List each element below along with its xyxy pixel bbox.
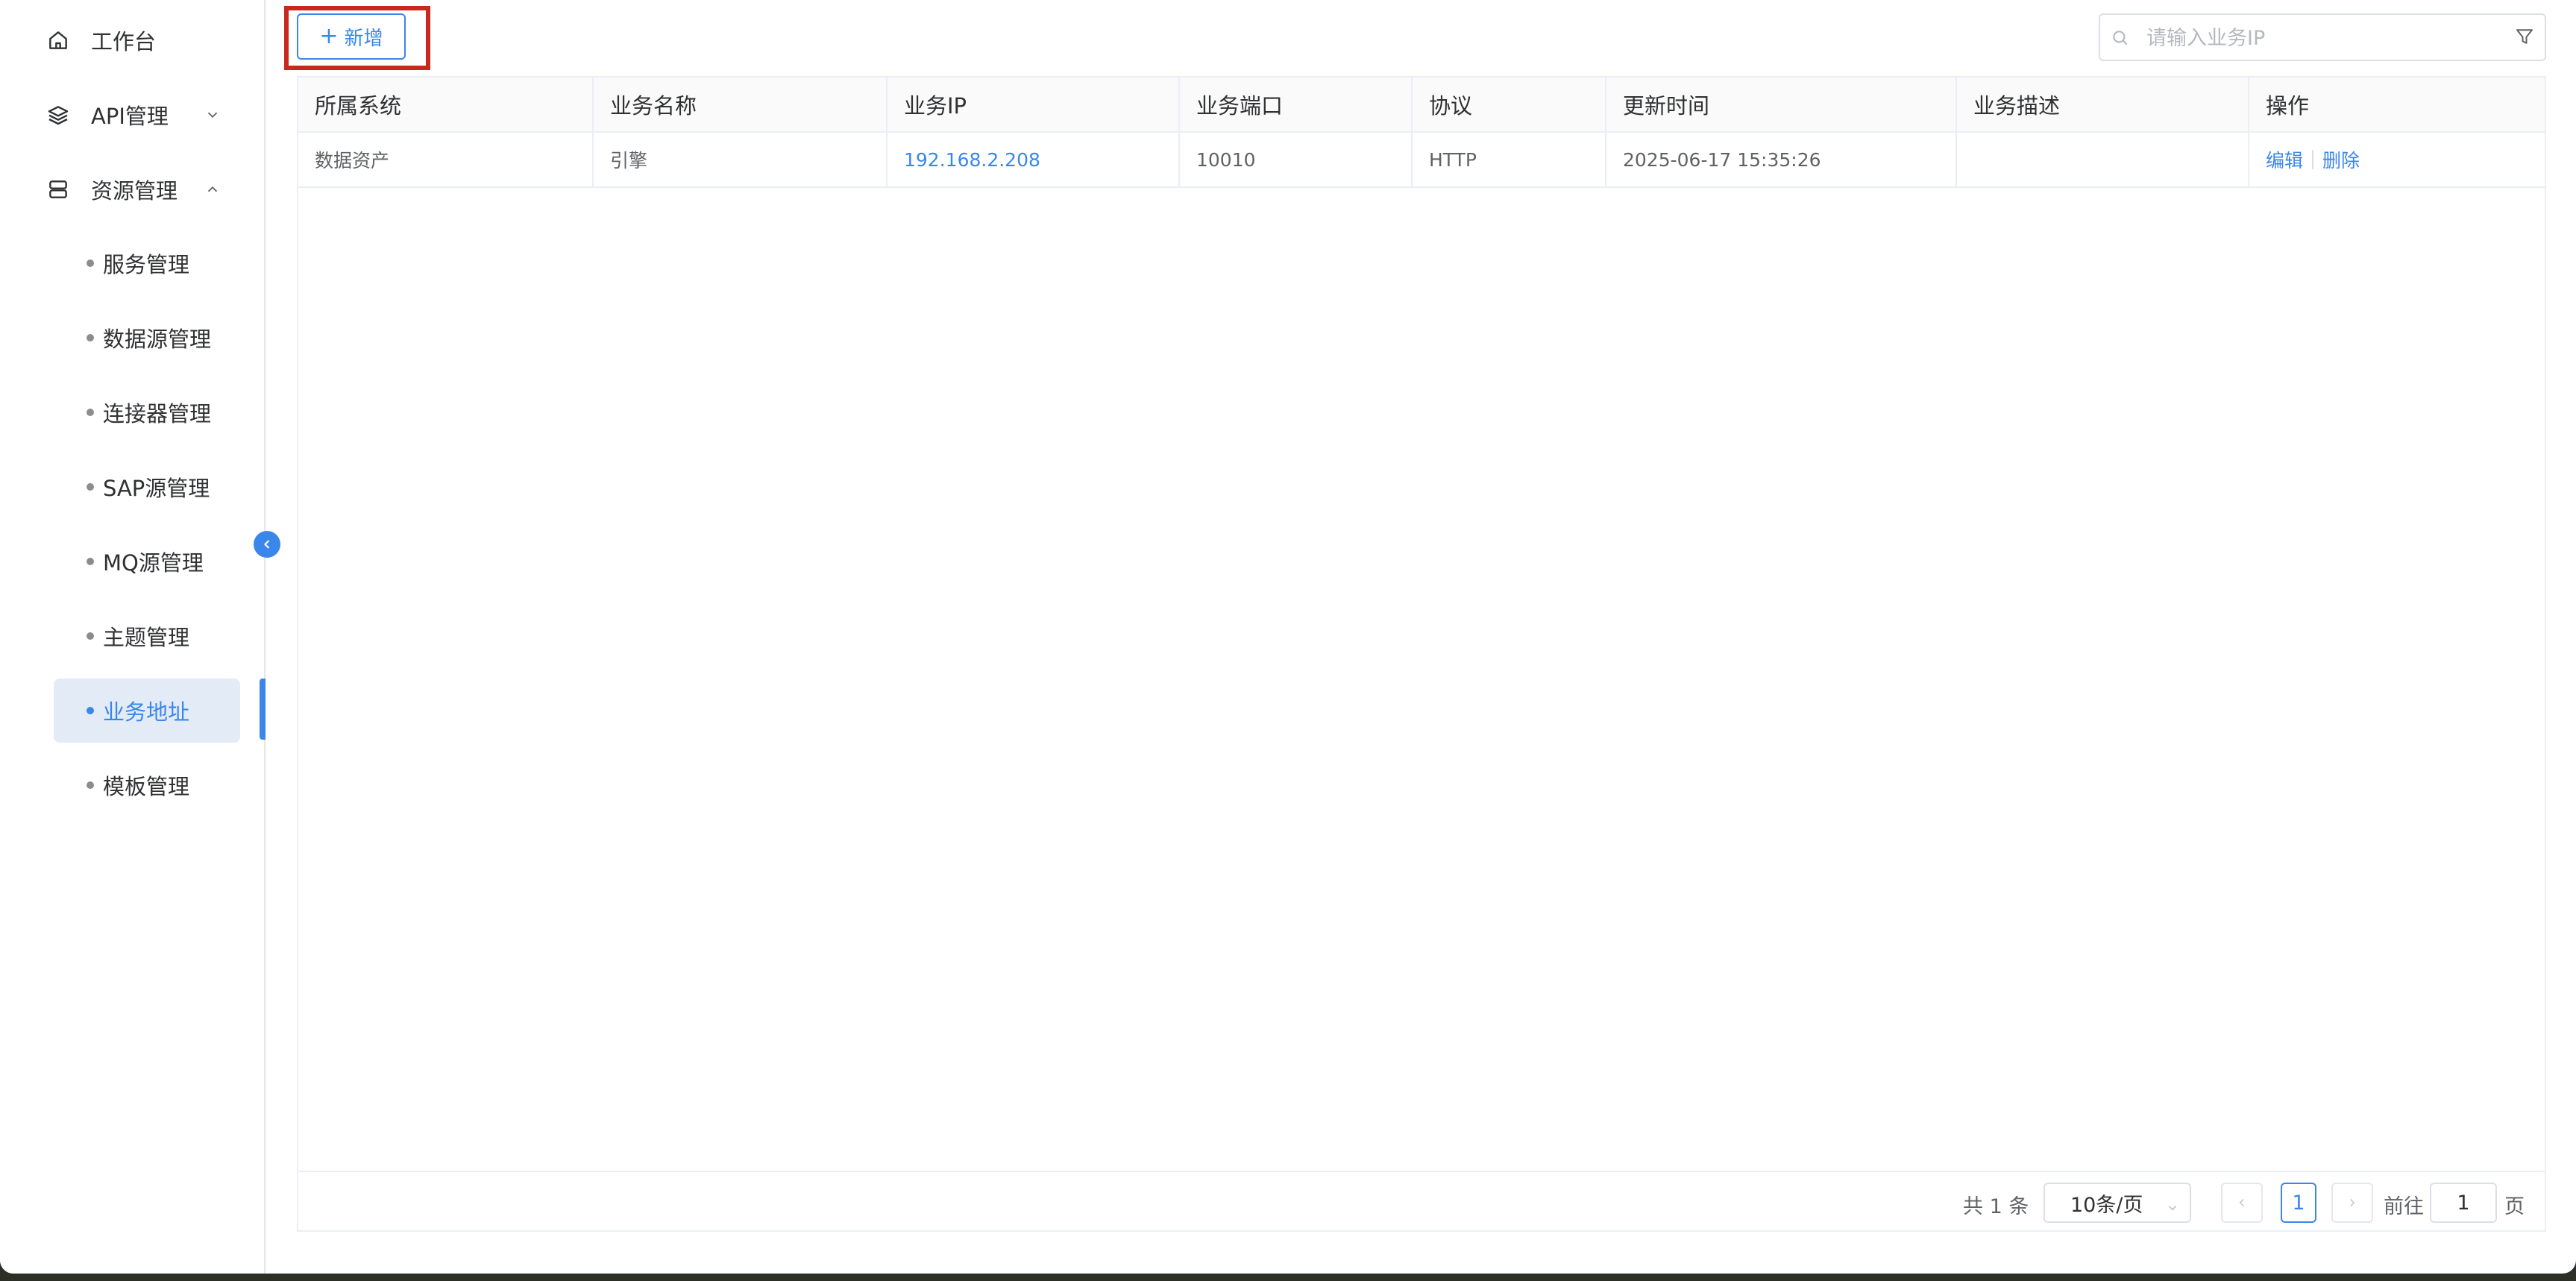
chevron-left-icon: [2239, 1198, 2244, 1207]
search-box: [2099, 13, 2546, 61]
pagination-total: 共 1 条: [1963, 1195, 2029, 1218]
page-size-select[interactable]: 10条/页: [2043, 1183, 2191, 1223]
layers-icon: [45, 101, 72, 128]
cell-system: 数据资产: [298, 133, 594, 186]
filter-icon[interactable]: [2513, 25, 2537, 49]
app-window: 工作台 API管理 资源管理 服务管理 数据源管理 连接器管理 SAP源管理 M…: [0, 0, 2576, 1274]
chevron-right-icon: [2350, 1198, 2355, 1207]
sidebar-item-label: 连接器管理: [103, 401, 212, 427]
sidebar-item-service[interactable]: 服务管理: [54, 231, 240, 295]
chevron-left-icon: [263, 540, 270, 549]
col-ip: 业务IP: [888, 78, 1180, 131]
next-page-button[interactable]: [2331, 1183, 2373, 1223]
plus-icon: +: [319, 23, 339, 49]
sidebar-item-label: SAP源管理: [103, 476, 210, 501]
bullet-icon: [87, 483, 94, 491]
cell-protocol: HTTP: [1413, 133, 1606, 186]
sidebar-item-datasource[interactable]: 数据源管理: [54, 306, 240, 370]
bullet-icon: [87, 558, 94, 565]
divider: [298, 1171, 2545, 1172]
home-icon: [45, 27, 72, 54]
col-actions: 操作: [2266, 93, 2310, 119]
data-table: 所属系统 业务名称 业务IP 业务端口 协议 更新时间 业务描述 操作 数据资产…: [297, 76, 2546, 1232]
nav-workbench[interactable]: 工作台: [0, 3, 266, 78]
sidebar: 工作台 API管理 资源管理 服务管理 数据源管理 连接器管理 SAP源管理 M…: [0, 0, 266, 1274]
goto-label: 前往: [2384, 1195, 2424, 1218]
cell-name: 引擎: [594, 133, 888, 186]
cell-updated: 2025-06-17 15:35:26: [1606, 133, 1957, 186]
search-input[interactable]: [2145, 21, 2491, 55]
sidebar-item-mq[interactable]: MQ源管理: [54, 529, 240, 594]
bullet-icon: [87, 409, 94, 416]
sidebar-item-topic[interactable]: 主题管理: [54, 604, 240, 668]
add-button-label: 新增: [344, 27, 383, 50]
sidebar-item-label: 业务地址: [103, 699, 190, 725]
prev-page-button[interactable]: [2221, 1183, 2263, 1223]
divider: [2312, 150, 2314, 169]
col-system: 所属系统: [298, 78, 594, 131]
sidebar-item-label: 数据源管理: [103, 327, 212, 352]
sidebar-item-sap[interactable]: SAP源管理: [54, 455, 240, 519]
col-port: 业务端口: [1180, 78, 1413, 131]
table-header: 所属系统 业务名称 业务IP 业务端口 协议 更新时间 业务描述 操作: [298, 78, 2545, 133]
search-icon: [2111, 28, 2132, 49]
col-protocol: 协议: [1413, 78, 1606, 131]
server-icon: [45, 176, 72, 203]
chevron-down-icon: [203, 105, 222, 125]
nav-resource-label: 资源管理: [91, 178, 178, 204]
add-button[interactable]: + 新增: [297, 13, 406, 60]
col-updated: 更新时间: [1606, 78, 1957, 131]
active-indicator: [260, 679, 266, 740]
sidebar-item-label: 模板管理: [103, 774, 190, 799]
nav-api-label: API管理: [91, 104, 169, 129]
bullet-icon: [87, 334, 94, 342]
table-row: 数据资产 引擎 192.168.2.208 10010 HTTP 2025-06…: [298, 133, 2545, 188]
chevron-down-icon: [2166, 1197, 2179, 1211]
cell-actions: 编辑 删除: [2249, 133, 2545, 186]
nav-resource[interactable]: 资源管理: [0, 152, 266, 227]
edit-link[interactable]: 编辑: [2266, 146, 2303, 173]
sidebar-item-label: 主题管理: [103, 625, 190, 650]
sidebar-item-label: 服务管理: [103, 252, 190, 277]
sidebar-item-connector[interactable]: 连接器管理: [54, 380, 240, 444]
cell-port: 10010: [1180, 133, 1413, 186]
chevron-up-icon: [203, 180, 222, 199]
bullet-icon: [87, 259, 94, 267]
cell-ip-link[interactable]: 192.168.2.208: [888, 133, 1180, 186]
page-size-value: 10条/页: [2070, 1193, 2143, 1217]
goto-page-input[interactable]: [2430, 1183, 2497, 1223]
sidebar-item-label: MQ源管理: [103, 550, 204, 576]
col-name: 业务名称: [594, 78, 888, 131]
bullet-icon: [87, 781, 94, 789]
col-desc: 业务描述: [1957, 78, 2249, 131]
collapse-sidebar-button[interactable]: [254, 531, 280, 558]
sidebar-item-business-address[interactable]: 业务地址: [54, 679, 240, 743]
bullet-icon: [87, 632, 94, 640]
cell-desc: [1957, 133, 2249, 186]
sidebar-item-template[interactable]: 模板管理: [54, 753, 240, 817]
nav-api[interactable]: API管理: [0, 78, 266, 152]
bullet-icon: [87, 707, 94, 714]
page-suffix: 页: [2504, 1195, 2525, 1218]
page-number-button[interactable]: 1: [2281, 1183, 2316, 1223]
nav-workbench-label: 工作台: [91, 29, 157, 54]
delete-link[interactable]: 删除: [2322, 146, 2360, 173]
